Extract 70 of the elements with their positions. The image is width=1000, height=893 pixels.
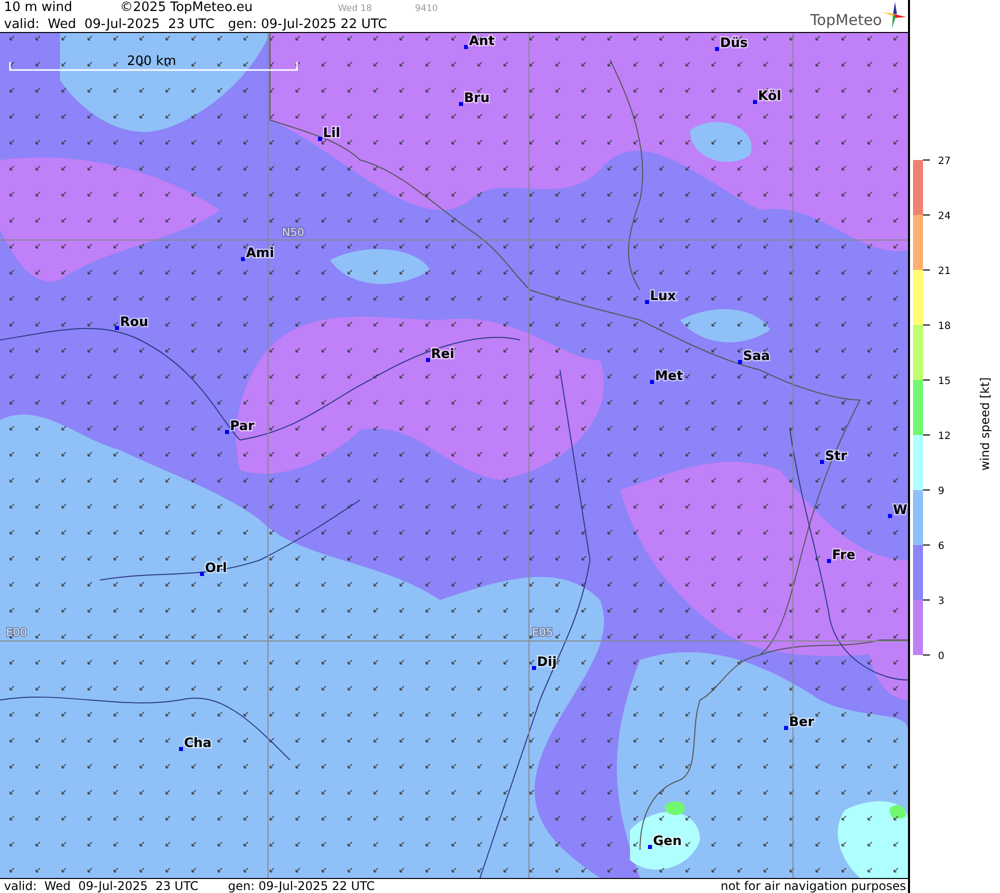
legend-title: wind speed [kt] [978, 377, 992, 471]
legend-tick [922, 324, 930, 326]
code-label: 9410 [415, 3, 438, 16]
legend-tick [922, 434, 930, 436]
city-label: Dij [537, 655, 557, 670]
legend-tick [922, 214, 930, 216]
generated-time: gen: 09-Jul-2025 22 UTC [228, 17, 387, 33]
city-label: Lil [323, 126, 340, 141]
legend-value: 15 [938, 376, 951, 387]
city-marker [888, 514, 892, 518]
city-label: Par [230, 419, 254, 434]
city-marker [459, 102, 463, 106]
city-marker [426, 358, 430, 362]
city-marker [179, 747, 183, 751]
legend-value: 0 [938, 651, 944, 662]
city-marker [650, 380, 654, 384]
disclaimer-text: not for air navigation purposes [720, 880, 907, 892]
legend-value: 6 [938, 541, 944, 552]
grid-label: E05 [532, 626, 553, 639]
city-label: W [893, 503, 908, 518]
legend-value: 18 [938, 321, 951, 332]
legend-value: 12 [938, 431, 951, 442]
compass-star-icon [882, 2, 906, 28]
city-label: Met [655, 369, 683, 384]
city-marker [464, 45, 468, 49]
legend-value: 9 [938, 486, 944, 497]
city-label: Rei [431, 347, 454, 362]
city-marker [753, 100, 757, 104]
legend-value: 24 [938, 211, 951, 222]
legend-value: 3 [938, 596, 944, 607]
city-label: Düs [720, 36, 748, 51]
copyright-text: ©2025 TopMeteo.eu [120, 0, 254, 16]
city-marker [225, 430, 229, 434]
city-marker [715, 47, 719, 51]
city-label: Orl [205, 561, 227, 576]
city-marker [115, 326, 119, 330]
legend-tick [922, 654, 930, 656]
valid-time: valid: Wed 09-Jul-2025 23 UTC [4, 880, 200, 892]
city-label: Rou [120, 315, 148, 330]
city-marker [645, 300, 649, 304]
valid-time: valid: Wed 09-Jul-2025 23 UTC [4, 17, 216, 33]
legend-value: 27 [938, 156, 951, 167]
city-marker [200, 572, 204, 576]
city-label: Ami [246, 246, 274, 261]
logo-text: TopMeteo [810, 12, 882, 28]
city-label: Gen [653, 834, 682, 849]
city-marker [318, 137, 322, 141]
city-label: Saa [743, 349, 770, 364]
legend-value: 21 [938, 266, 951, 277]
city-label: Köl [758, 89, 782, 104]
city-label: Ant [469, 34, 495, 49]
city-marker [827, 559, 831, 563]
city-label: Bru [464, 91, 490, 106]
map-title: 10 m wind [4, 0, 74, 16]
city-marker [241, 257, 245, 261]
city-marker [820, 460, 824, 464]
generated-time: gen: 09-Jul-2025 22 UTC [228, 880, 375, 892]
legend-tick [922, 544, 930, 546]
city-marker [784, 726, 788, 730]
city-marker [738, 360, 742, 364]
city-label: Lux [650, 289, 676, 304]
city-label: Ber [789, 715, 814, 730]
city-label: Fre [832, 548, 856, 563]
grid-label: E00 [6, 626, 27, 639]
city-marker [532, 666, 536, 670]
grid-label: N50 [282, 226, 304, 239]
city-marker [648, 845, 652, 849]
day-label: Wed 18 [338, 3, 373, 16]
city-label: Cha [184, 736, 212, 751]
scale-label: 200 km [127, 54, 176, 69]
